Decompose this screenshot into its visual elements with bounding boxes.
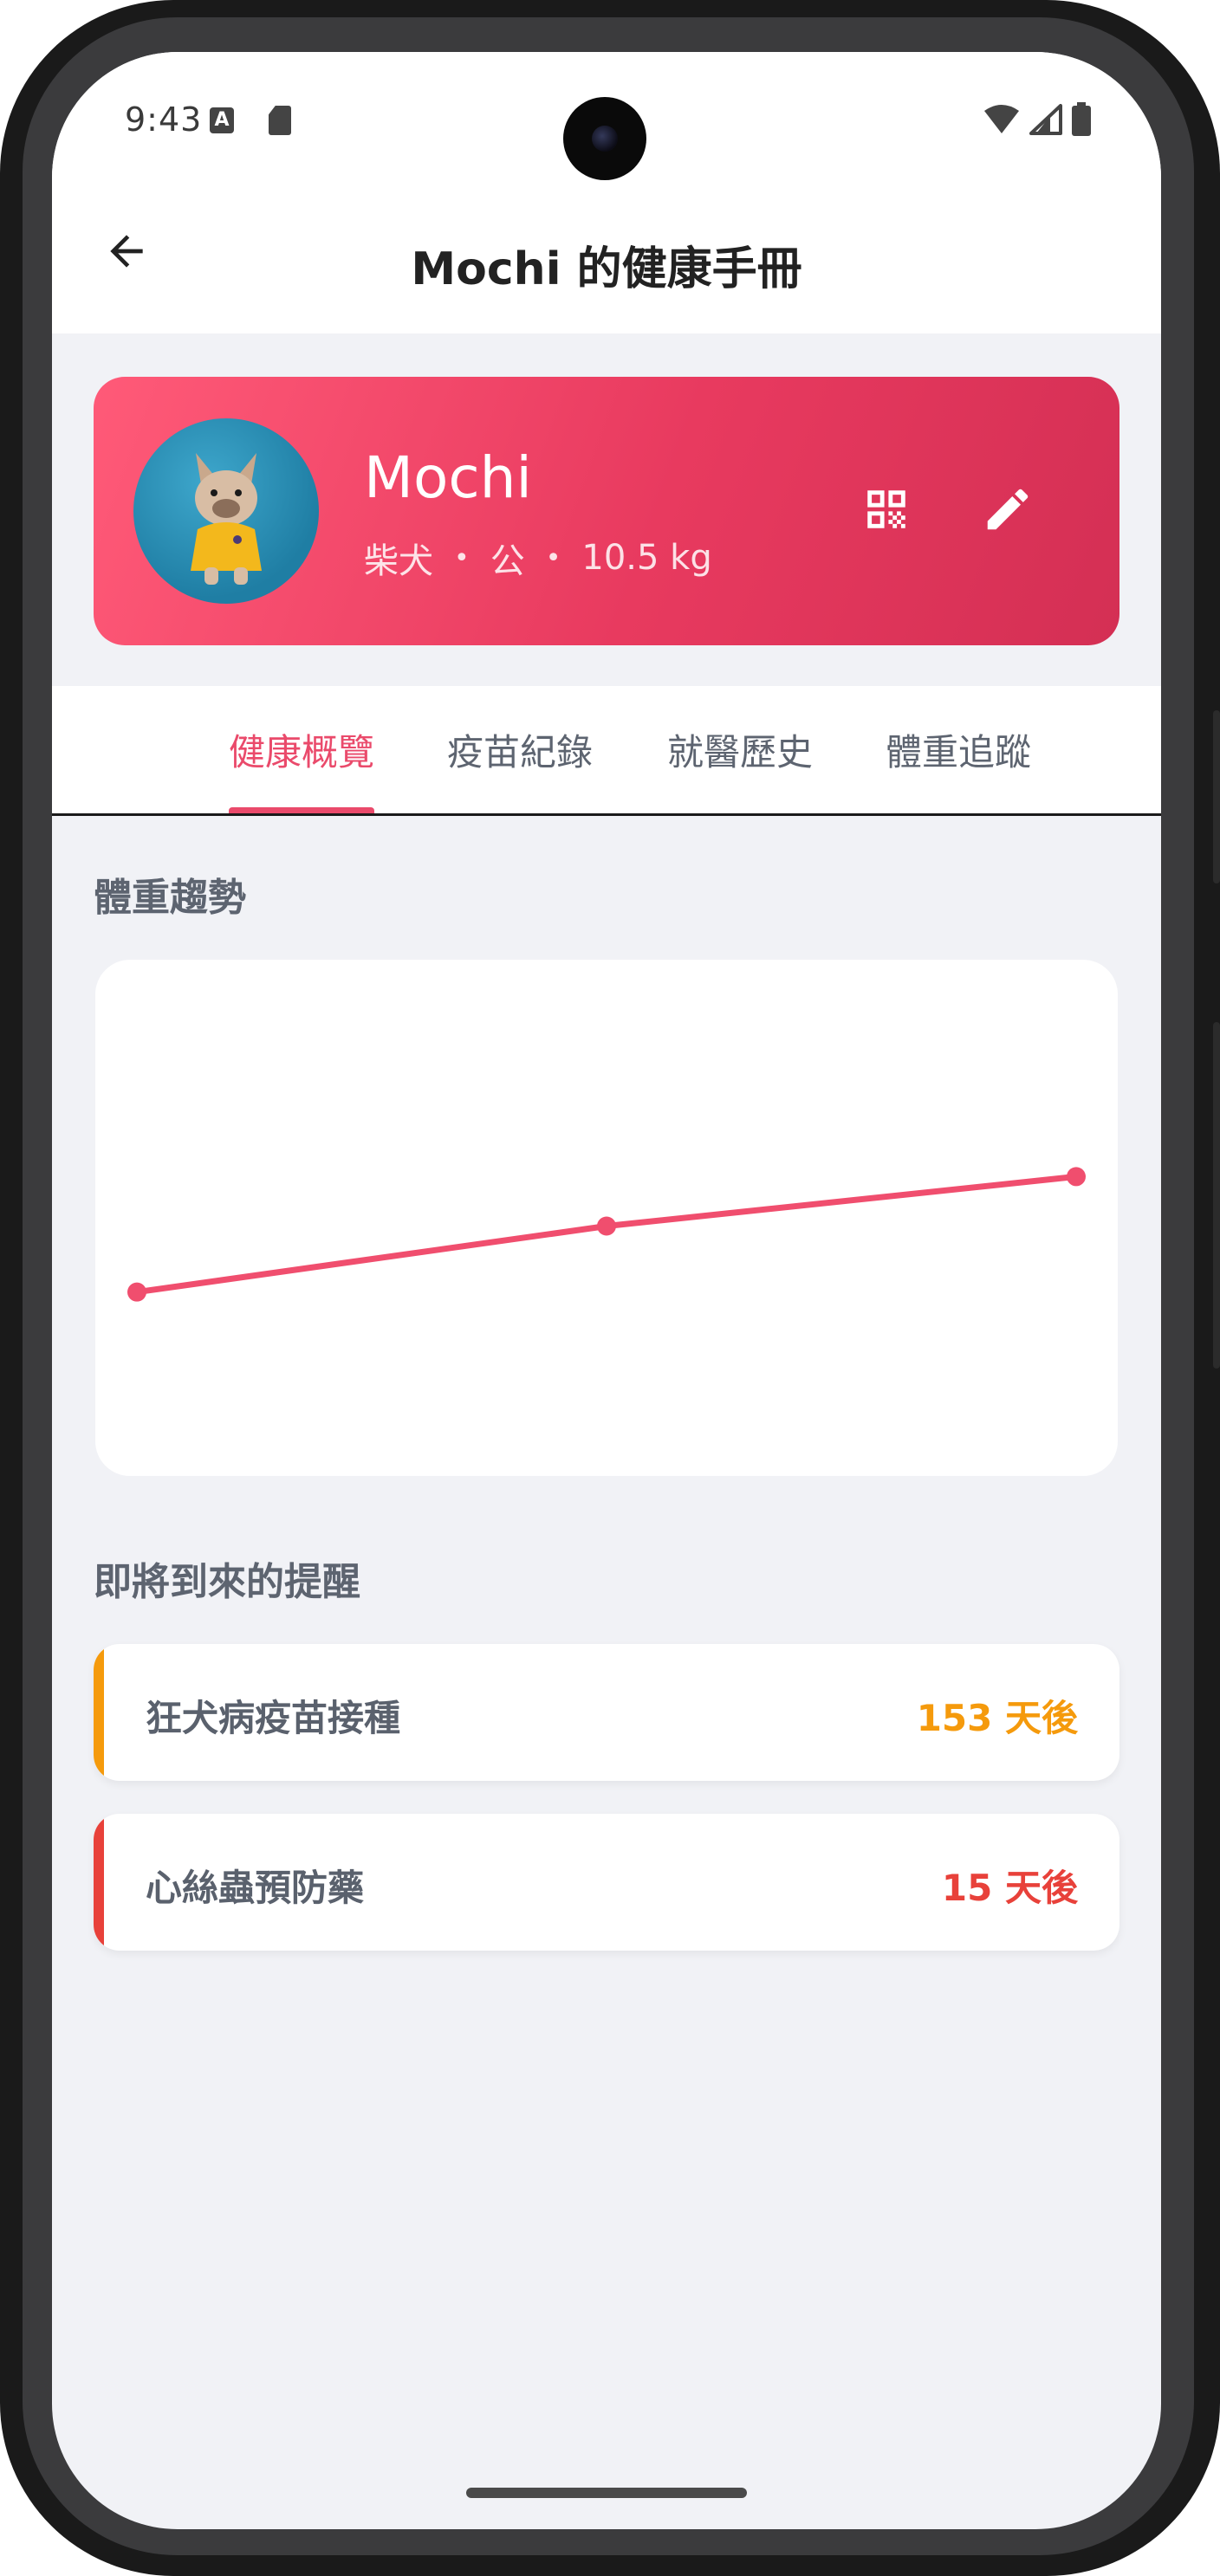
status-icons [983, 102, 1092, 137]
tab-vaccine-records[interactable]: 疫苗紀錄 [433, 686, 607, 813]
page-title: Mochi 的健康手冊 [411, 243, 802, 295]
weight-line-chart [127, 1167, 1086, 1302]
tab-medical-history[interactable]: 就醫歷史 [653, 686, 827, 813]
pet-avatar[interactable] [133, 418, 319, 604]
tab-weight-tracking[interactable]: 體重追蹤 [872, 686, 1045, 813]
front-camera [563, 97, 646, 180]
pet-weight: 10.5 kg [581, 538, 712, 578]
battery-icon [1072, 102, 1091, 136]
edit-button[interactable] [969, 470, 1047, 548]
tab-bar: 健康概覽 疫苗紀錄 就醫歷史 體重追蹤 [52, 686, 1161, 816]
volume-button [1213, 1022, 1220, 1369]
dog-photo-icon [191, 453, 262, 585]
weight-data-point[interactable] [597, 1216, 616, 1236]
weight-data-point[interactable] [1067, 1167, 1086, 1187]
reminder-accent-bar [94, 1814, 104, 1951]
active-tab-indicator [229, 807, 374, 813]
pet-breed: 柴犬 [364, 541, 433, 581]
reminder-card-heartworm[interactable]: 心絲蟲預防藥 15 天後 [94, 1814, 1119, 1951]
reminder-title: 心絲蟲預防藥 [146, 1867, 365, 1909]
meta-separator: • [545, 542, 561, 573]
status-bar: 9:43 A [52, 52, 1161, 182]
pet-name: Mochi [364, 444, 532, 511]
weight-trend-title: 體重趨勢 [94, 876, 246, 920]
reminder-card-rabies[interactable]: 狂犬病疫苗接種 153 天後 [94, 1644, 1119, 1781]
app-bar: Mochi 的健康手冊 [52, 182, 1161, 333]
sd-card-icon [269, 106, 291, 135]
pet-meta: 柴犬 • 公 • 10.5 kg [364, 533, 712, 583]
pet-sex: 公 [490, 541, 525, 581]
weight-chart-card [95, 960, 1118, 1476]
signal-icon [1029, 104, 1062, 135]
pet-profile-card: Mochi 柴犬 • 公 • 10.5 kg [94, 377, 1119, 645]
reminders-title: 即將到來的提醒 [94, 1560, 360, 1604]
wifi-icon [984, 105, 1019, 133]
screen: 9:43 A Mochi 的健康手冊 Mochi 柴犬 • 公 • 10.5 k… [52, 52, 1161, 2529]
reminder-days: 153 天後 [916, 1697, 1078, 1739]
a-badge-icon: A [210, 107, 234, 133]
qr-code-button[interactable] [847, 470, 925, 548]
power-button [1213, 710, 1220, 883]
phone-frame: 9:43 A Mochi 的健康手冊 Mochi 柴犬 • 公 • 10.5 k… [0, 0, 1220, 2576]
qr-code-icon [867, 490, 905, 528]
reminder-days: 15 天後 [941, 1867, 1078, 1909]
weight-data-point[interactable] [127, 1282, 146, 1302]
pencil-icon [987, 489, 1029, 530]
meta-separator: • [454, 542, 470, 573]
status-time: 9:43 [125, 100, 203, 139]
reminder-accent-bar [94, 1644, 104, 1781]
reminder-title: 狂犬病疫苗接種 [146, 1697, 401, 1739]
home-indicator[interactable] [466, 2488, 747, 2498]
tab-health-overview[interactable]: 健康概覽 [215, 686, 388, 813]
